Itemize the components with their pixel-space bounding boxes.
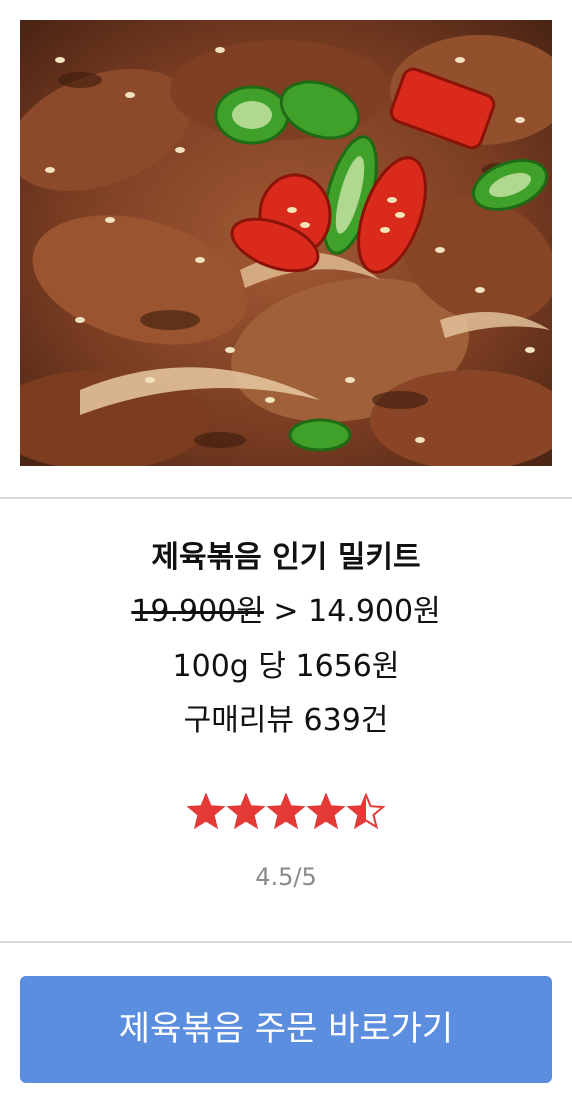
star-full-icon (227, 793, 265, 830)
bottom-divider (0, 941, 572, 943)
price-line: 19.900원 > 14.900원 (0, 590, 572, 634)
product-photo (20, 20, 552, 466)
top-divider (0, 497, 572, 499)
star-full-icon (307, 793, 345, 830)
unit-price: 100g 당 1656원 (172, 649, 400, 684)
price-separator: > (263, 594, 309, 629)
review-count: 구매리뷰 639건 (183, 703, 389, 738)
sale-price: 14.900원 (308, 594, 441, 629)
order-button[interactable]: 제육볶음 주문 바로가기 (20, 976, 552, 1083)
star-half-icon (347, 793, 385, 830)
star-full-icon (267, 793, 305, 830)
product-title: 제육볶음 인기 밀키트 (151, 540, 421, 575)
rating-score: 4.5/5 (255, 863, 317, 891)
star-full-icon (187, 793, 225, 830)
pork-stir-fry-image (20, 20, 552, 466)
star-rating (0, 793, 572, 831)
original-price: 19.900원 (131, 594, 264, 629)
